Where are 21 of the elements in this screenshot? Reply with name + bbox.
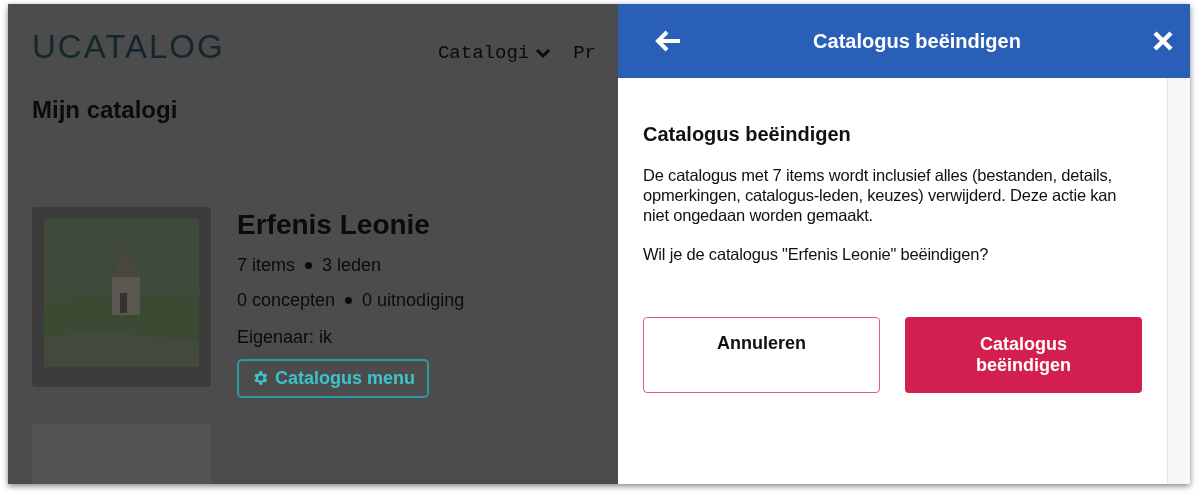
back-arrow-icon[interactable] [654, 29, 682, 53]
close-icon[interactable] [1152, 30, 1174, 52]
owner-text: Eigenaar: ik [237, 325, 334, 349]
catalog-stat: 0 concepten [237, 289, 336, 313]
dialog-heading: Catalogus beëindigen [643, 122, 852, 146]
catalog-stat: 3 leden [322, 254, 382, 278]
chevron-down-icon [535, 47, 552, 59]
cancel-button[interactable]: Annuleren [643, 317, 880, 394]
bullet-icon [305, 262, 313, 270]
catalog-stat: 7 items [237, 254, 296, 278]
page-title: Mijn catalogi [32, 96, 179, 125]
nav-link[interactable]: Pr [573, 38, 596, 68]
catalog-menu-button[interactable]: Catalogus menu [237, 358, 430, 398]
catalog-title[interactable]: Erfenis Leonie [237, 206, 465, 244]
catalog-stat: 0 uitnodiging [362, 289, 465, 313]
panel-title: Catalogus beëindigen [813, 29, 1021, 54]
delete-button[interactable]: Catalogus beëindigen [905, 317, 1142, 394]
warning-message: De catalogus met 7 items wordt inclusief alles (bestanden, details, opmerkingen, catalogus-leden, keuzes) verwijderd. Deze actie kan niet ongedaan worden gemaakt. [643, 166, 1118, 226]
confirm-question: Wil je de catalogus "Erfenis Leonie" beëindigen? [643, 245, 990, 266]
nav-dropdown[interactable]: Catalogi [437, 38, 552, 68]
bullet-icon [345, 297, 353, 305]
